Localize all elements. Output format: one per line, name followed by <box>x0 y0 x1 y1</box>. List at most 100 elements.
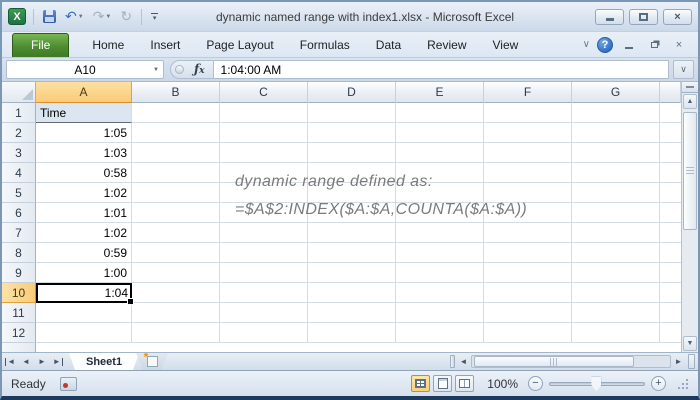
zoom-level-label[interactable]: 100% <box>487 377 518 391</box>
insert-worksheet-button[interactable]: * <box>136 353 168 370</box>
workbook-minimize-button[interactable] <box>620 38 638 52</box>
zoom-in-button[interactable]: + <box>651 376 666 391</box>
cell-C12[interactable] <box>220 323 308 343</box>
row-header-7[interactable]: 7 <box>2 223 36 243</box>
ribbon-tab-formulas[interactable]: Formulas <box>287 34 363 57</box>
row-header-1[interactable]: 1 <box>2 103 36 123</box>
cell-B3[interactable] <box>132 143 220 163</box>
select-all-button[interactable] <box>2 82 36 103</box>
cell-G4[interactable] <box>572 163 660 183</box>
cell-B1[interactable] <box>132 103 220 123</box>
cell-G9[interactable] <box>572 263 660 283</box>
ribbon-tab-home[interactable]: Home <box>79 34 137 57</box>
sheet-tab-sheet1[interactable]: Sheet1 <box>69 353 139 370</box>
restore-button[interactable] <box>629 9 658 25</box>
cell-E9[interactable] <box>396 263 484 283</box>
scroll-right-button[interactable]: ► <box>671 353 686 370</box>
cell-D3[interactable] <box>308 143 396 163</box>
cell-G11[interactable] <box>572 303 660 323</box>
cell-F3[interactable] <box>484 143 572 163</box>
zoom-slider-thumb[interactable] <box>591 377 601 392</box>
cell-C1[interactable] <box>220 103 308 123</box>
row-header-12[interactable]: 12 <box>2 323 36 343</box>
cell-G5[interactable] <box>572 183 660 203</box>
cell-D11[interactable] <box>308 303 396 323</box>
first-sheet-button[interactable]: ◄ <box>2 353 18 370</box>
cell-G8[interactable] <box>572 243 660 263</box>
row-header-3[interactable]: 3 <box>2 143 36 163</box>
cell-F11[interactable] <box>484 303 572 323</box>
cell-C11[interactable] <box>220 303 308 323</box>
ribbon-tab-page-layout[interactable]: Page Layout <box>193 34 286 57</box>
formula-input[interactable]: 1:04:00 AM <box>213 60 669 79</box>
scroll-left-button[interactable]: ◄ <box>456 353 471 370</box>
cell-B10[interactable] <box>132 283 220 303</box>
cell-D12[interactable] <box>308 323 396 343</box>
page-layout-view-button[interactable] <box>433 375 452 392</box>
cell-D9[interactable] <box>308 263 396 283</box>
expand-formula-bar-button[interactable]: ∨ <box>673 60 694 79</box>
minimize-button[interactable] <box>595 9 624 25</box>
cell-A12[interactable] <box>36 323 132 343</box>
tab-area-splitter[interactable] <box>450 355 455 368</box>
cell-C7[interactable] <box>220 223 308 243</box>
workbook-restore-button[interactable] <box>645 38 663 52</box>
cell-E2[interactable] <box>396 123 484 143</box>
cell-partial-2[interactable] <box>660 123 681 143</box>
cell-F7[interactable] <box>484 223 572 243</box>
help-button[interactable]: ? <box>597 37 613 53</box>
cell-A5[interactable]: 1:02 <box>36 183 132 203</box>
ribbon-tab-review[interactable]: Review <box>414 34 479 57</box>
cell-F1[interactable] <box>484 103 572 123</box>
ribbon-tab-data[interactable]: Data <box>363 34 414 57</box>
undo-button[interactable]: ↶ ▼ <box>63 9 86 24</box>
cell-E3[interactable] <box>396 143 484 163</box>
cell-E11[interactable] <box>396 303 484 323</box>
row-header-4[interactable]: 4 <box>2 163 36 183</box>
row-header-2[interactable]: 2 <box>2 123 36 143</box>
cell-A7[interactable]: 1:02 <box>36 223 132 243</box>
cell-C10[interactable] <box>220 283 308 303</box>
window-resize-grip[interactable] <box>677 378 689 390</box>
cell-F12[interactable] <box>484 323 572 343</box>
cell-B7[interactable] <box>132 223 220 243</box>
scroll-down-button[interactable]: ▼ <box>683 336 697 351</box>
row-header-10[interactable]: 10 <box>2 283 36 303</box>
normal-view-button[interactable] <box>411 375 430 392</box>
vertical-scroll-track[interactable] <box>683 110 697 335</box>
cell-D8[interactable] <box>308 243 396 263</box>
column-header-F[interactable]: F <box>484 82 572 103</box>
cell-G7[interactable] <box>572 223 660 243</box>
cell-partial-8[interactable] <box>660 243 681 263</box>
cell-E7[interactable] <box>396 223 484 243</box>
cell-B6[interactable] <box>132 203 220 223</box>
ribbon-tab-insert[interactable]: Insert <box>137 34 193 57</box>
zoom-out-button[interactable]: − <box>528 376 543 391</box>
cell-G3[interactable] <box>572 143 660 163</box>
row-header-9[interactable]: 9 <box>2 263 36 283</box>
last-sheet-button[interactable]: ► <box>50 353 66 370</box>
cell-F9[interactable] <box>484 263 572 283</box>
redo-dropdown-icon[interactable]: ▼ <box>105 14 111 20</box>
cell-B2[interactable] <box>132 123 220 143</box>
column-header-E[interactable]: E <box>396 82 484 103</box>
column-header-partial[interactable] <box>660 82 681 103</box>
cell-partial-12[interactable] <box>660 323 681 343</box>
cell-A4[interactable]: 0:58 <box>36 163 132 183</box>
row-header-6[interactable]: 6 <box>2 203 36 223</box>
cell-A1[interactable]: Time <box>36 103 132 123</box>
excel-app-icon[interactable]: X <box>8 8 26 25</box>
scroll-up-button[interactable]: ▲ <box>683 94 697 109</box>
ribbon-tab-file[interactable]: File <box>12 33 69 57</box>
cell-A8[interactable]: 0:59 <box>36 243 132 263</box>
cell-G6[interactable] <box>572 203 660 223</box>
cell-D10[interactable] <box>308 283 396 303</box>
cell-D2[interactable] <box>308 123 396 143</box>
cell-E12[interactable] <box>396 323 484 343</box>
vertical-scroll-thumb[interactable] <box>683 112 697 230</box>
cell-G10[interactable] <box>572 283 660 303</box>
row-header-5[interactable]: 5 <box>2 183 36 203</box>
cell-F10[interactable] <box>484 283 572 303</box>
cell-A6[interactable]: 1:01 <box>36 203 132 223</box>
vertical-scrollbar[interactable]: ▲ ▼ <box>681 82 698 352</box>
